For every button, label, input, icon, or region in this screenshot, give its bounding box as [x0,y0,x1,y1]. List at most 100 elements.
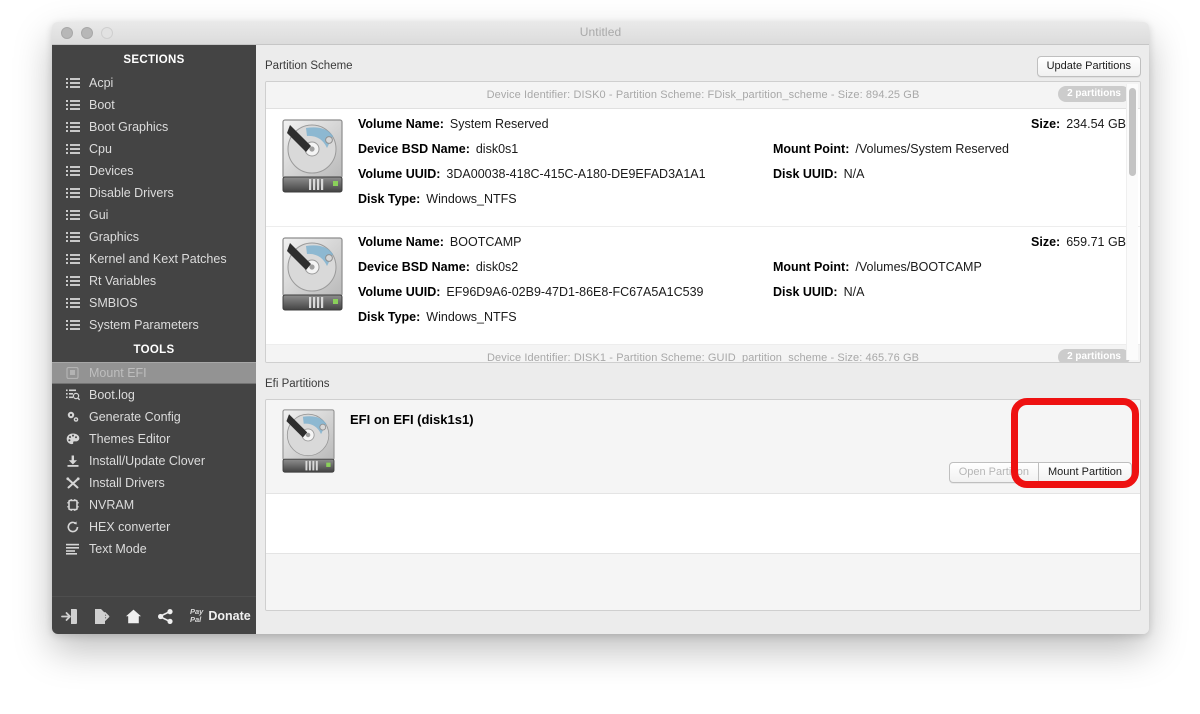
update-partitions-button[interactable]: Update Partitions [1036,55,1141,77]
efi-partitions-header: Efi Partitions [265,373,1141,395]
disk-uuid-value: N/A [843,285,865,299]
disk-header-text: Device Identifier: DISK0 - Partition Sch… [486,89,920,101]
partition-list-scrollbar[interactable] [1126,84,1138,360]
import-icon[interactable] [60,607,78,625]
sidebar-item-kernel-and-kext-patches[interactable]: Kernel and Kext Patches [52,248,256,270]
share-icon[interactable] [156,607,174,625]
text-lines-icon [66,543,80,555]
boot-log-icon [66,389,80,401]
field-row: Device BSD Name: disk0s2 Mount Point: /Vol… [358,260,1126,285]
export-icon[interactable] [92,607,110,625]
partition-count-badge: 2 partitions [1058,86,1130,102]
bsd-name-label: Device BSD Name: [358,142,470,156]
sidebar-item-label: Boot [89,98,115,112]
sidebar-item-label: Themes Editor [89,432,171,446]
mount-efi-icon [66,367,80,379]
partition-count-badge: 2 partitions [1058,349,1130,362]
list-icon [66,209,80,221]
sidebar-item-generate-config[interactable]: Generate Config [52,406,256,428]
field-row: Volume Name: BOOTCAMP Size: 659.71 GB [358,235,1126,260]
volume-uuid-value: EF96D9A6-02B9-47D1-86E8-FC67A5A1C539 [446,285,704,299]
sidebar-item-system-parameters[interactable]: System Parameters [52,314,256,336]
main-content: Partition Scheme Update Partitions Devic… [256,45,1149,634]
sidebar-item-install-drivers[interactable]: Install Drivers [52,472,256,494]
download-icon [66,455,80,467]
hard-disk-icon [266,235,358,335]
volume-name-label: Volume Name: [358,117,444,131]
sidebar-item-text-mode[interactable]: Text Mode [52,538,256,560]
sidebar-item-label: Boot Graphics [89,120,169,134]
volume-name-value: BOOTCAMP [449,235,522,249]
sidebar-item-nvram[interactable]: NVRAM [52,494,256,516]
efi-empty-row [266,554,1140,610]
chip-icon [66,499,80,511]
sidebar-item-label: Acpi [89,76,114,90]
home-icon[interactable] [124,607,142,625]
partition-fields: Volume Name: BOOTCAMP Size: 659.71 GB Devi… [358,235,1140,335]
sidebar-item-themes-editor[interactable]: Themes Editor [52,428,256,450]
list-icon [66,143,80,155]
field-row: Device BSD Name: disk0s1 Mount Point: /Vol… [358,142,1126,167]
partition-list-inner: Device Identifier: DISK0 - Partition Sch… [266,82,1140,363]
bsd-name-label: Device BSD Name: [358,260,470,274]
sidebar-item-cpu[interactable]: Cpu [52,138,256,160]
disk-header-text: Device Identifier: DISK1 - Partition Sch… [486,352,920,363]
paypal-icon: Pay Pal [190,608,203,624]
disk-header-disk0: Device Identifier: DISK0 - Partition Sch… [266,82,1140,109]
sidebar-item-boot-graphics[interactable]: Boot Graphics [52,116,256,138]
sidebar-item-hex-converter[interactable]: HEX converter [52,516,256,538]
sidebar-item-boot[interactable]: Boot [52,94,256,116]
disk-uuid-value: N/A [843,167,865,181]
list-icon [66,231,80,243]
list-icon [66,165,80,177]
sidebar-item-disable-drivers[interactable]: Disable Drivers [52,182,256,204]
sidebar-item-rt-variables[interactable]: Rt Variables [52,270,256,292]
list-item[interactable]: EFI on EFI (disk1s1) Open Partition Moun… [266,400,1140,494]
sidebar-scroll-area: SECTIONS Acpi Boot Boot Graphics Cpu Dev… [52,45,256,596]
sidebar-item-label: Boot.log [89,388,135,402]
sidebar-item-gui[interactable]: Gui [52,204,256,226]
sidebar-item-label: Text Mode [89,542,147,556]
sidebar-item-install-update-clover[interactable]: Install/Update Clover [52,450,256,472]
size-value: 659.71 GB [1066,235,1126,249]
bsd-name-value: disk0s1 [475,142,519,156]
sidebar-item-label: Cpu [89,142,112,156]
efi-partitions-title: Efi Partitions [265,378,330,390]
paypal-line-2: Pal [190,615,202,624]
sidebar-item-label: Install Drivers [89,476,165,490]
efi-partitions-list[interactable]: EFI on EFI (disk1s1) Open Partition Moun… [265,399,1141,611]
sidebar-item-label: Rt Variables [89,274,157,288]
donate-button[interactable]: Pay Pal Donate [190,608,251,624]
table-row[interactable]: Volume Name: BOOTCAMP Size: 659.71 GB Devi… [266,227,1140,345]
field-row: Disk Type: Windows_NTFS [358,310,1126,335]
sidebar-item-boot-log[interactable]: Boot.log [52,384,256,406]
bsd-name-value: disk0s2 [475,260,519,274]
sidebar: SECTIONS Acpi Boot Boot Graphics Cpu Dev… [52,45,256,634]
mount-partition-button[interactable]: Mount Partition [1038,462,1132,483]
donate-label: Donate [208,609,251,623]
sidebar-item-label: System Parameters [89,318,199,332]
mount-point-value: /Volumes/System Reserved [855,142,1009,156]
sidebar-sections-header: SECTIONS [123,54,185,66]
app-window: Untitled SECTIONS Acpi Boot Boot Graphic… [52,22,1149,634]
partition-list[interactable]: Device Identifier: DISK0 - Partition Sch… [265,81,1141,363]
sidebar-item-acpi[interactable]: Acpi [52,72,256,94]
hard-disk-icon [266,408,350,473]
sidebar-item-label: Graphics [89,230,140,244]
list-icon [66,275,80,287]
list-icon [66,297,80,309]
title-bar[interactable]: Untitled [52,22,1149,45]
sidebar-item-devices[interactable]: Devices [52,160,256,182]
volume-name-label: Volume Name: [358,235,444,249]
disk-type-value: Windows_NTFS [426,192,517,206]
disk-type-value: Windows_NTFS [426,310,517,324]
size-label: Size: [1031,235,1061,249]
sidebar-item-graphics[interactable]: Graphics [52,226,256,248]
efi-actions: Open Partition Mount Partition [948,462,1132,483]
table-row[interactable]: Volume Name: System Reserved Size: 234.54 … [266,109,1140,227]
sidebar-item-smbios[interactable]: SMBIOS [52,292,256,314]
sidebar-item-mount-efi[interactable]: Mount EFI [52,362,256,384]
open-partition-button[interactable]: Open Partition [948,462,1040,483]
sidebar-item-label: Mount EFI [89,366,147,380]
scrollbar-thumb[interactable] [1129,88,1136,176]
